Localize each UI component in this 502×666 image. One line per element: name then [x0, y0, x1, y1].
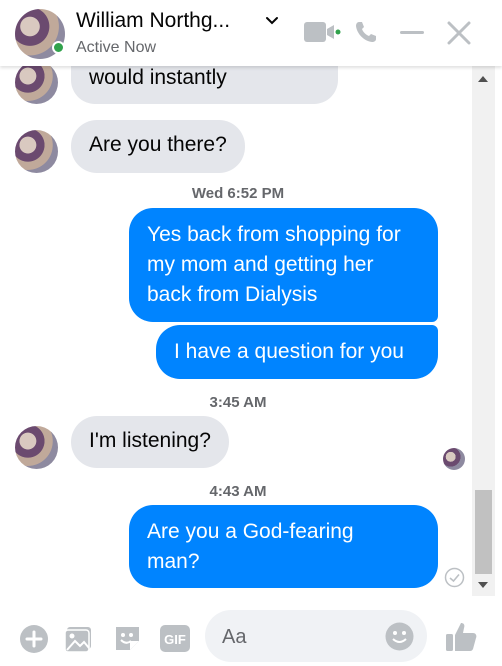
message-text: Are you there? [89, 133, 227, 156]
chat-header: William Northg... Active Now [0, 0, 502, 66]
active-status: Active Now [76, 39, 157, 56]
input-placeholder: Aa [222, 626, 247, 648]
outgoing-message: Yes back from shopping for my mom and ge… [129, 208, 438, 322]
message-avatar[interactable] [15, 130, 58, 173]
chevron-down-icon[interactable] [264, 13, 280, 29]
photo-icon[interactable] [64, 623, 95, 654]
contact-avatar[interactable] [15, 9, 65, 59]
message-avatar[interactable] [15, 426, 58, 469]
message-list[interactable]: would instantly Are you there? Wed 6:52 … [0, 66, 502, 596]
minimize-icon[interactable] [400, 31, 424, 35]
like-icon[interactable] [444, 620, 478, 654]
scroll-up-arrow[interactable] [478, 76, 488, 82]
add-icon[interactable] [19, 624, 49, 654]
message-line: Are you a God-fearing [147, 520, 354, 543]
outgoing-message: I have a question for you [156, 325, 438, 379]
sent-check-icon [444, 567, 465, 588]
message-text: I'm listening? [89, 429, 211, 452]
scrollbar[interactable] [472, 66, 495, 596]
message-text: I have a question for you [174, 340, 404, 363]
message-line: man? [147, 550, 200, 573]
contact-name[interactable]: William Northg... [76, 9, 230, 33]
seen-avatar [443, 448, 465, 470]
phone-icon[interactable] [354, 20, 378, 44]
composer-bar: GIF Aa [0, 596, 502, 666]
scroll-thumb[interactable] [475, 490, 492, 574]
svg-text:GIF: GIF [164, 632, 186, 647]
timestamp: 4:43 AM [209, 483, 267, 500]
sticker-icon[interactable] [112, 623, 143, 654]
incoming-message: I'm listening? [71, 416, 229, 468]
message-line: back from Dialysis [147, 283, 318, 306]
outgoing-message: Are you a God-fearing man? [129, 505, 438, 588]
close-icon[interactable] [447, 21, 471, 45]
scroll-down-arrow[interactable] [478, 582, 488, 588]
message-line: Yes back from shopping for [147, 223, 401, 246]
online-indicator [52, 41, 65, 54]
message-line: my mom and getting her [147, 253, 374, 276]
message-input[interactable]: Aa [205, 610, 427, 662]
timestamp: 3:45 AM [209, 394, 267, 411]
timestamp: Wed 6:52 PM [191, 185, 285, 202]
incoming-message: Are you there? [71, 120, 245, 173]
emoji-icon[interactable] [385, 622, 414, 651]
message-text: would instantly [89, 66, 227, 89]
message-avatar[interactable] [15, 66, 58, 104]
gif-icon[interactable]: GIF [160, 625, 190, 652]
incoming-message: would instantly [71, 66, 338, 104]
video-call-icon[interactable] [303, 20, 341, 46]
